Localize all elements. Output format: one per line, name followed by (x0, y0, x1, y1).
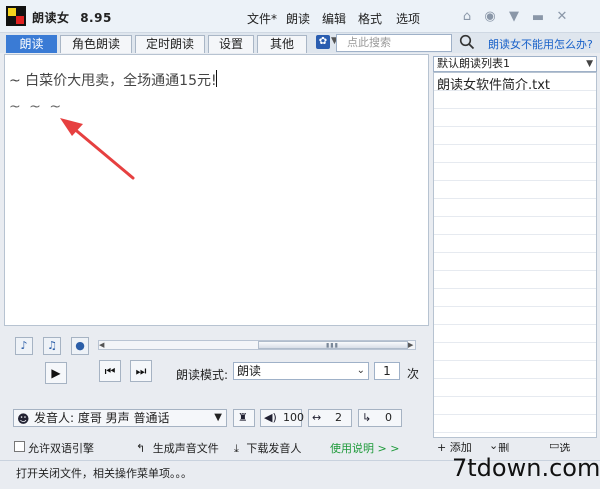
grip-icon: ▮▮▮ (326, 342, 339, 349)
editor-text-line: ~ ~ ~ (9, 99, 64, 115)
speaker-select[interactable]: ☻ 发音人: 度哥 男声 普通话 ▼ (13, 409, 227, 427)
generate-audio-icon: ↰ (136, 442, 146, 455)
volume-control[interactable]: ◀) 100 (260, 409, 304, 427)
editor-text-line: ~ 白菜价大甩卖，全场通通15元! (9, 73, 217, 89)
generate-audio-label: 生成声音文件 (152, 442, 219, 455)
download-speaker-button[interactable]: ⤓ 下载发音人 (234, 440, 301, 456)
speed-control[interactable]: ↔ 2 (308, 409, 352, 427)
app-version: 8.95 (80, 11, 112, 25)
chevron-left-icon[interactable]: ◀ (99, 341, 104, 349)
playlist-actions: + 添加 ⌄ 删除 ▭ 选项 (433, 438, 597, 452)
speaker-label: 发音人: 度哥 男声 普通话 (34, 411, 170, 425)
pitch-icon: ↳ (362, 411, 372, 424)
mode-label: 朗读模式: (176, 368, 229, 382)
search-input[interactable]: 点此搜索 (336, 34, 452, 52)
mode-select[interactable]: 朗读 ⌄ (233, 362, 369, 380)
chevron-right-icon[interactable]: ▶ (408, 341, 413, 349)
help-link[interactable]: 朗读女不能用怎么办? (488, 36, 593, 52)
watermark: 7tdown.com (452, 454, 600, 482)
chevron-down-icon: ▼ (586, 59, 593, 69)
repeat-count-unit: 次 (407, 367, 420, 381)
text-caret (216, 70, 217, 87)
mode-select-value: 朗读 (237, 364, 262, 378)
pitch-value: 0 (385, 411, 392, 424)
chevron-down-icon: ⌄ (356, 365, 365, 376)
playlist-options-button[interactable]: ▭ 选项 (549, 439, 570, 452)
menu-read[interactable]: 朗读 (286, 10, 310, 27)
generate-audio-button[interactable]: ↰ 生成声音文件 (136, 440, 219, 456)
music-icon[interactable]: ♫ (43, 337, 61, 355)
menu-options[interactable]: 选项 (396, 10, 420, 27)
person-icon: ☻ (17, 412, 30, 426)
status-text: 打开关闭文件，相关操作菜单项。。。 (16, 467, 192, 480)
playlist-select[interactable]: 默认朗读列表1 ▼ (433, 56, 597, 72)
chevron-down-icon: ▼ (214, 412, 222, 423)
usage-guide-link[interactable]: 使用说明 > > (330, 440, 399, 456)
search-icon[interactable] (459, 34, 475, 50)
dual-engine-label: 允许双语引擎 (28, 442, 94, 455)
microphone-icon[interactable]: ● (71, 337, 89, 355)
speed-arrows-icon: ↔ (312, 411, 322, 424)
app-logo-icon (6, 6, 26, 26)
close-icon[interactable]: ✕ (554, 9, 570, 25)
playlist-options-label: 选项 (559, 442, 571, 452)
dual-engine-checkbox[interactable] (14, 441, 25, 452)
note-file-icon[interactable]: ♪ (15, 337, 33, 355)
tab-settings[interactable]: 设置 (208, 35, 254, 53)
speed-value: 2 (335, 411, 342, 424)
playlist-delete-label: 删除 (498, 442, 510, 452)
home-icon[interactable]: ⌂ (459, 9, 475, 25)
menu-format[interactable]: 格式 (358, 10, 382, 27)
repeat-count-input[interactable]: 1 (374, 362, 400, 380)
play-button[interactable]: ▶ (45, 362, 67, 384)
minimize-icon[interactable]: ▬ (530, 10, 546, 26)
app-title: 朗读女 8.95 (32, 9, 112, 26)
shirt-icon[interactable]: ▼ (506, 9, 522, 25)
paw-icon[interactable]: ✿ (316, 35, 330, 49)
pitch-control[interactable]: ↳ 0 (358, 409, 402, 427)
download-speaker-label: 下载发音人 (246, 442, 302, 455)
menu-file[interactable]: 文件* (247, 10, 277, 27)
tab-read[interactable]: 朗读 (6, 35, 57, 53)
speaker-settings-button[interactable]: ♜ (233, 409, 255, 427)
playlist[interactable] (433, 72, 597, 438)
playlist-select-value: 默认朗读列表1 (437, 57, 510, 70)
playlist-add-button[interactable]: + 添加 (437, 439, 472, 452)
speaker-settings-icon: ♜ (238, 411, 248, 424)
tab-timed-read[interactable]: 定时朗读 (135, 35, 205, 53)
tab-role-read[interactable]: 角色朗读 (60, 35, 132, 53)
volume-value: 100 (283, 411, 304, 424)
text-editor[interactable] (4, 54, 429, 326)
next-button[interactable]: ⏭ (130, 360, 152, 382)
menu-edit[interactable]: 编辑 (322, 10, 346, 27)
tab-other[interactable]: 其他 (257, 35, 307, 53)
playlist-item[interactable]: 朗读女软件简介.txt (437, 74, 550, 93)
app-name: 朗读女 (32, 11, 70, 25)
previous-button[interactable]: ⏮ (99, 360, 121, 382)
circle-dot-icon[interactable]: ◉ (482, 9, 498, 25)
download-icon: ⤓ (234, 442, 239, 455)
playlist-delete-button[interactable]: ⌄ 删除 (489, 439, 509, 452)
volume-icon: ◀) (264, 411, 277, 424)
